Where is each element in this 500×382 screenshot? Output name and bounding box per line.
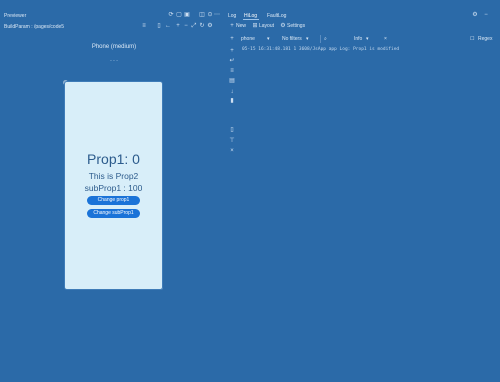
zoom-in-icon[interactable]: + [175,23,181,29]
device-select[interactable]: phone [241,36,255,42]
info-chevron-icon[interactable]: ▾ [366,36,369,42]
prop1-text: Prop1: 0 [87,151,140,167]
clear-icon[interactable]: × [229,148,235,154]
active-tab-indicator [243,19,259,20]
fit-icon[interactable]: ⤢ [191,23,197,29]
frame-icon[interactable]: ▢ [176,12,182,18]
panel-title: Previewer [4,13,27,19]
tab-faultlog[interactable]: FaultLog [267,13,286,19]
wrap-icon[interactable]: ↵ [229,58,235,64]
phone-screen: Prop1: 0 This is Prop2 subProp1 : 100 Ch… [65,82,162,289]
device-label[interactable]: Phone (medium) [0,44,228,50]
divider [320,35,321,43]
refresh-icon[interactable]: ↻ [199,23,205,29]
plus-icon[interactable]: + [229,48,235,54]
plus-icon[interactable]: + [229,36,235,42]
inspect-icon[interactable]: ⊙ [207,12,213,18]
trash-icon[interactable]: ▮ [229,98,235,104]
log-line: 05-15 16:31:48.181 1 3608/JsApp app Log:… [242,47,400,52]
change-prop1-button[interactable]: Change prop1 [87,196,140,205]
search-icon[interactable]: ⌕ [324,36,327,42]
info-select[interactable]: Info [354,36,362,42]
arrow-left-icon[interactable]: ← [165,23,171,29]
regex-checkbox-icon[interactable]: ☐ [470,36,474,42]
layout-button[interactable]: Layout [259,23,274,29]
rotate-icon[interactable]: ⟳ [168,12,174,18]
regex-label[interactable]: Regex [478,36,492,42]
device-chevron-icon[interactable]: ▾ [267,36,270,42]
settings-button[interactable]: Settings [287,23,305,29]
gear-icon[interactable]: ⚙ [472,12,478,18]
settings-icon[interactable]: ⚙ [207,23,213,29]
tab-log[interactable]: Log [228,13,236,19]
down-icon[interactable]: ↓ [229,89,235,95]
subprop-text: subProp1 : 100 [84,183,143,193]
new-button[interactable]: New [236,23,246,29]
layers-icon[interactable]: ◫ [199,12,205,18]
more-icon[interactable]: ⋯ [214,12,220,18]
level-select[interactable]: No filters [282,36,302,42]
print-icon[interactable]: ▤ [229,78,235,84]
breadcrumb: BuildParam : /pages/code5 [4,24,65,30]
copy-icon[interactable]: ▯ [229,127,235,133]
minimize-icon[interactable]: − [483,12,489,18]
prop2-text: This is Prop2 [88,171,139,181]
plus-icon[interactable]: + [229,23,235,29]
menu-icon[interactable]: ≡ [141,23,147,29]
filter-icon[interactable]: ≡ [229,68,235,74]
filter2-icon[interactable]: ⊤ [229,138,235,144]
device-icon[interactable]: ▯ [156,23,162,29]
level-chevron-icon[interactable]: ▾ [306,36,309,42]
zoom-out-icon[interactable]: − [183,23,189,29]
layout-icon[interactable]: ⊞ [252,23,258,29]
device-subtitle: - - - [110,58,118,64]
clear-search-icon[interactable]: × [384,36,387,42]
fold-icon[interactable]: ▣ [184,12,190,18]
settings-icon-2[interactable]: ⚙ [280,23,286,29]
change-subprop1-button[interactable]: Change subProp1 [87,209,140,218]
